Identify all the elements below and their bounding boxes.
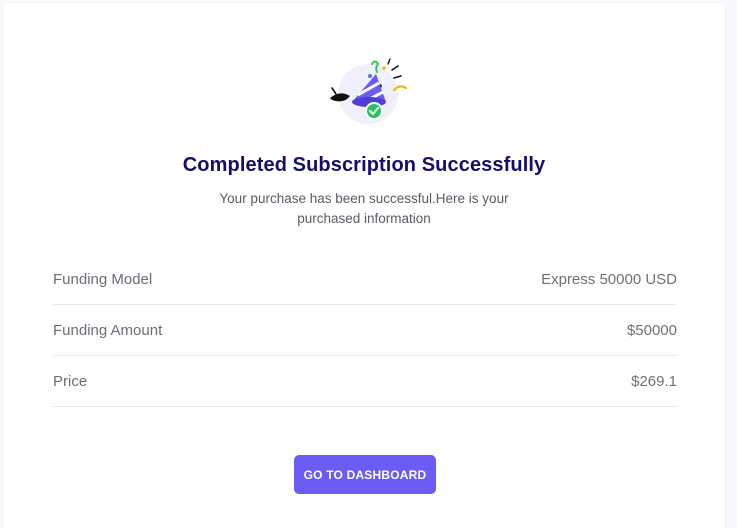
detail-row-funding-amount: Funding Amount $50000: [53, 305, 677, 356]
page-title: Completed Subscription Successfully: [182, 154, 546, 176]
detail-label: Funding Model: [53, 270, 153, 288]
detail-label: Price: [53, 372, 88, 390]
detail-value: $50000: [626, 321, 677, 339]
detail-value: $269.1: [631, 372, 677, 390]
purchase-details: Funding Model Express 50000 USD Funding …: [53, 254, 677, 407]
detail-row-price: Price $269.1: [53, 356, 677, 407]
go-to-dashboard-button[interactable]: GO TO DASHBOARD: [294, 455, 436, 494]
success-card: Completed Subscription Successfully Your…: [4, 4, 724, 528]
detail-value: Express 50000 USD: [541, 270, 677, 288]
success-message: Your purchase has been successful.Here i…: [219, 191, 509, 226]
detail-label: Funding Amount: [53, 321, 163, 339]
party-popper-icon: [322, 56, 412, 128]
detail-row-funding-model: Funding Model Express 50000 USD: [53, 254, 677, 305]
